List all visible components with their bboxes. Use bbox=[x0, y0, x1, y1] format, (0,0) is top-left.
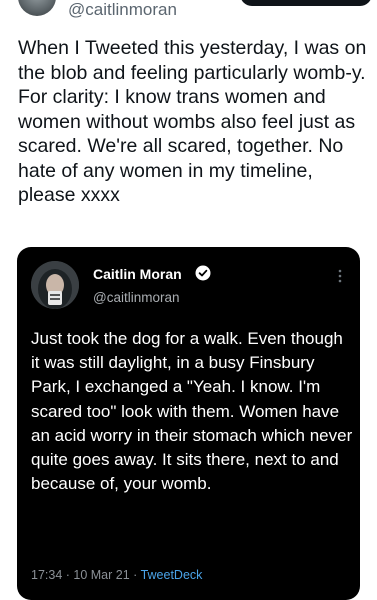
follow-button[interactable] bbox=[240, 0, 372, 6]
quoted-tweet-body: Just took the dog for a walk. Even thoug… bbox=[31, 329, 353, 494]
author-avatar[interactable] bbox=[18, 0, 56, 16]
quoted-tweet-meta: 17:34 · 10 Mar 21 · TweetDeck bbox=[31, 568, 202, 582]
tweet-screen: @caitlinmoran When I Tweeted this yester… bbox=[0, 0, 377, 600]
more-options-icon[interactable] bbox=[338, 269, 342, 283]
tweet-body: When I Tweeted this yesterday, I was on … bbox=[18, 37, 367, 206]
quoted-date: 10 Mar 21 bbox=[73, 568, 130, 582]
author-handle[interactable]: @caitlinmoran bbox=[68, 0, 177, 21]
quoted-author-handle[interactable]: @caitlinmoran bbox=[93, 290, 179, 305]
meta-separator: · bbox=[62, 568, 74, 582]
meta-separator: · bbox=[129, 568, 141, 582]
quoted-time: 17:34 bbox=[31, 568, 63, 582]
quoted-source-link[interactable]: TweetDeck bbox=[141, 568, 203, 582]
verified-badge-icon bbox=[195, 265, 211, 281]
quoted-author-name[interactable]: Caitlin Moran bbox=[93, 266, 182, 282]
quoted-tweet-card[interactable]: Caitlin Moran @caitlinmoran Just took th… bbox=[17, 247, 360, 600]
tweet-header: @caitlinmoran bbox=[0, 0, 377, 26]
quoted-author-avatar[interactable] bbox=[31, 261, 79, 309]
